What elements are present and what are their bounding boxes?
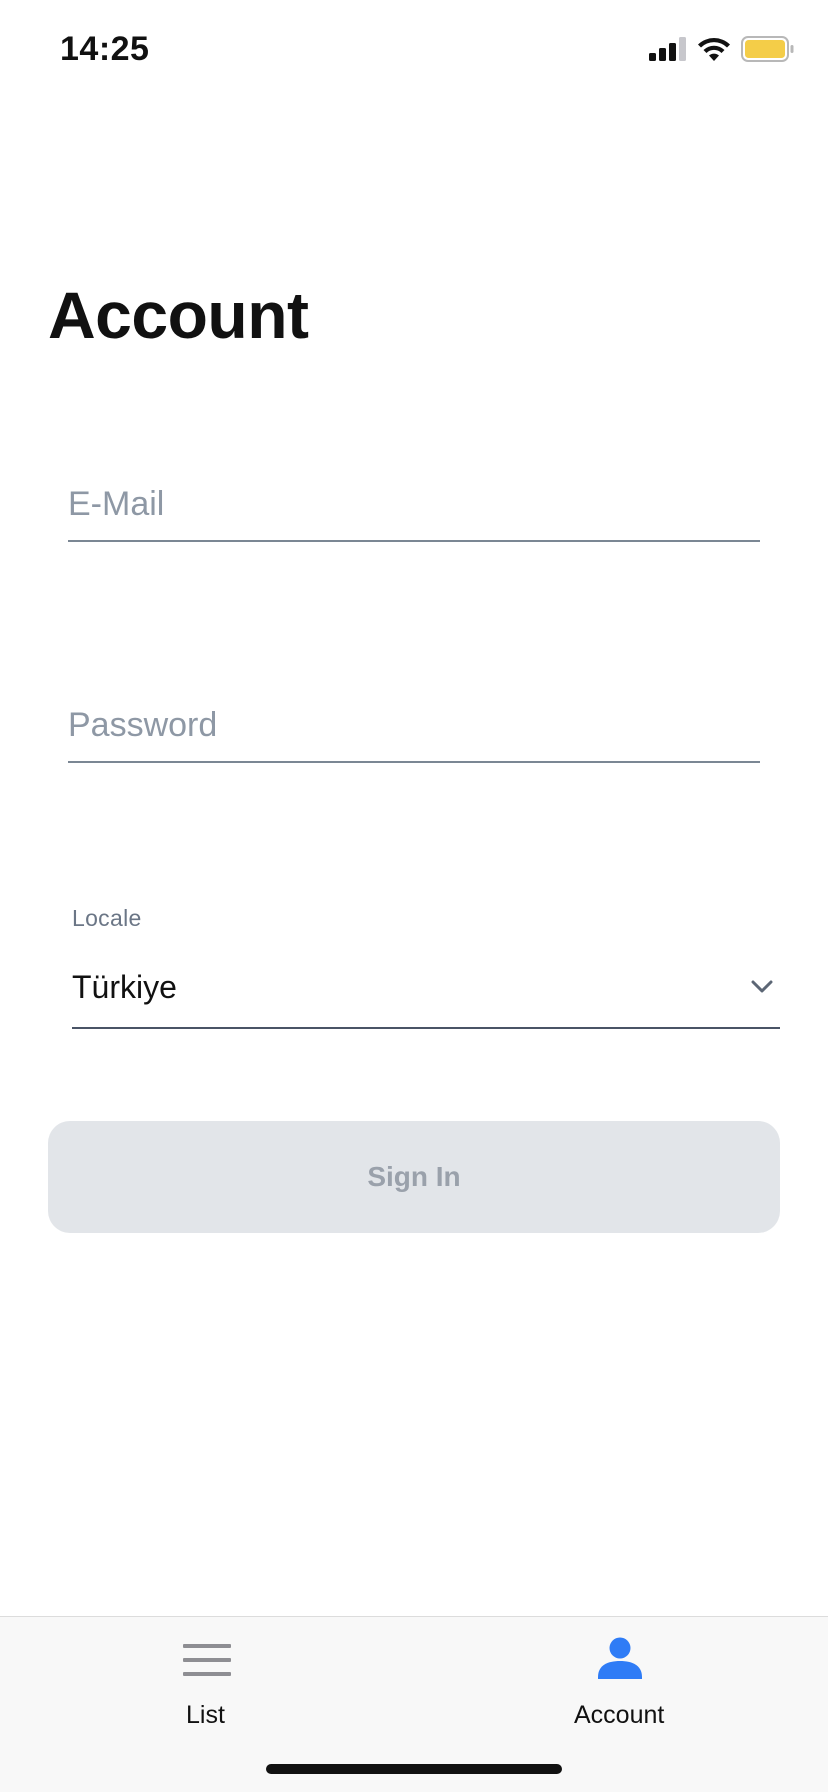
sign-in-button[interactable]: Sign In	[48, 1121, 780, 1233]
status-icons	[649, 36, 795, 62]
email-field[interactable]	[68, 470, 760, 542]
email-input[interactable]	[68, 485, 760, 524]
person-icon	[598, 1637, 642, 1684]
locale-select[interactable]: Türkiye	[72, 955, 780, 1029]
chevron-down-icon	[750, 979, 774, 1000]
password-field[interactable]	[68, 691, 760, 763]
page-title: Account	[48, 278, 309, 352]
tab-list[interactable]: List	[0, 1617, 414, 1737]
home-indicator[interactable]	[266, 1764, 562, 1774]
locale-label: Locale	[72, 905, 142, 931]
tab-account[interactable]: Account	[414, 1617, 828, 1737]
locale-selected-value: Türkiye	[72, 969, 177, 1005]
password-input[interactable]	[68, 706, 760, 745]
wifi-icon	[697, 37, 731, 62]
account-screen: 14:25 Account E-Mail Locale Türkiye Sign…	[0, 0, 828, 1792]
status-bar: 14:25	[0, 0, 828, 100]
status-time: 14:25	[60, 30, 150, 68]
battery-icon	[741, 36, 795, 62]
cellular-signal-icon	[649, 37, 687, 61]
list-icon	[183, 1644, 231, 1683]
tab-account-label: Account	[574, 1701, 665, 1729]
